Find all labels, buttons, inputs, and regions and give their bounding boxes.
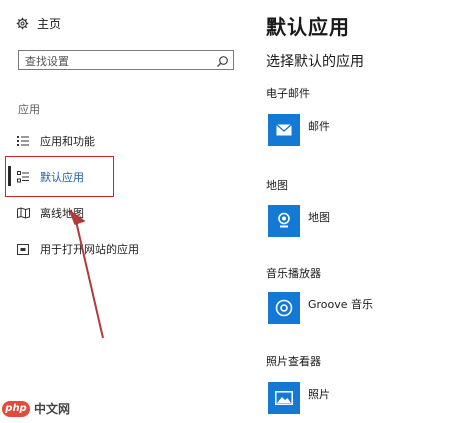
watermark-text: 中文网 xyxy=(34,402,71,416)
app-name: 地图 xyxy=(308,211,330,224)
search-icon[interactable] xyxy=(216,53,229,72)
default-app-maps[interactable]: 地图 xyxy=(268,205,330,237)
category-label-music: 音乐播放器 xyxy=(266,267,321,280)
nav-item-apps-features[interactable]: 应用和功能 xyxy=(16,132,95,150)
nav-item-label: 应用和功能 xyxy=(40,135,95,148)
search-input[interactable]: 查找设置 xyxy=(25,53,69,69)
default-app-music[interactable]: Groove 音乐 xyxy=(268,292,373,324)
default-app-email[interactable]: 邮件 xyxy=(268,114,330,146)
mail-icon xyxy=(268,114,300,146)
section-heading: 应用 xyxy=(18,103,40,116)
nav-item-web-apps[interactable]: 用于打开网站的应用 xyxy=(16,240,139,258)
nav-item-label: 用于打开网站的应用 xyxy=(40,243,139,256)
page-title: 默认应用 xyxy=(266,15,350,39)
app-name: 照片 xyxy=(308,388,330,401)
annotation-highlight-box xyxy=(5,156,114,197)
apps-list-icon xyxy=(16,134,30,148)
nav-home[interactable]: 主页 xyxy=(16,14,61,32)
search-box[interactable]: 查找设置 xyxy=(18,50,234,70)
home-label: 主页 xyxy=(37,16,62,31)
nav-item-offline-maps[interactable]: 离线地图 xyxy=(16,204,84,222)
default-app-photos[interactable]: 照片 xyxy=(268,382,330,414)
app-name: Groove 音乐 xyxy=(308,298,374,311)
groove-music-icon xyxy=(268,292,300,324)
watermark: php 中文网 xyxy=(2,400,70,417)
php-logo: php xyxy=(2,400,30,417)
category-label-maps: 地图 xyxy=(266,179,288,192)
category-label-photos: 照片查看器 xyxy=(266,355,321,368)
web-apps-icon xyxy=(16,242,30,256)
maps-icon xyxy=(268,205,300,237)
gear-icon xyxy=(16,17,29,30)
app-name: 邮件 xyxy=(308,120,330,133)
category-label-email: 电子邮件 xyxy=(266,87,310,100)
photos-icon xyxy=(268,382,300,414)
offline-maps-icon xyxy=(16,206,30,220)
page-subtitle: 选择默认的应用 xyxy=(266,54,364,70)
nav-item-label: 离线地图 xyxy=(40,207,84,220)
